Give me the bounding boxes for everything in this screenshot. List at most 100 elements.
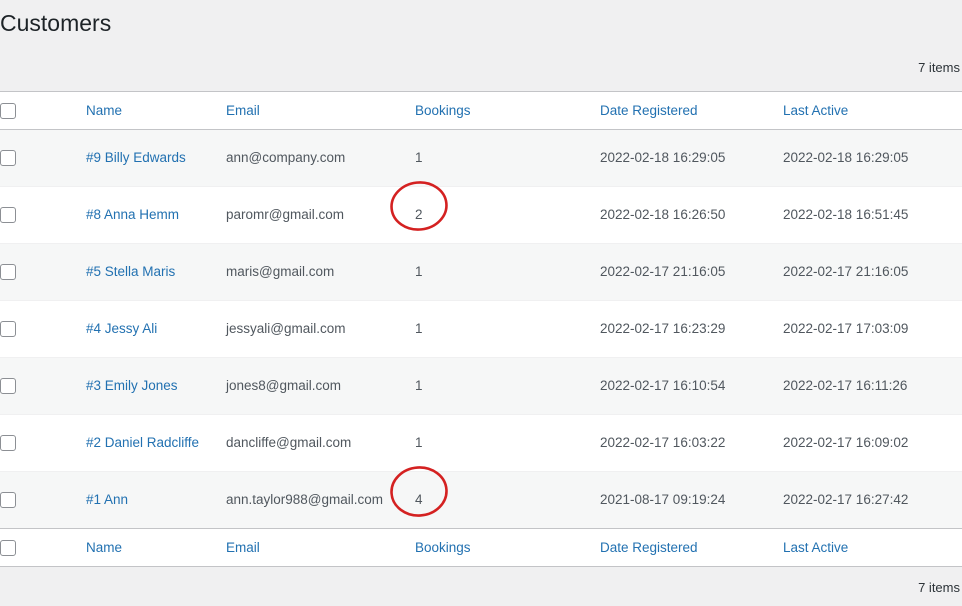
cell-name[interactable]: #2 Daniel Radcliffe [43,415,226,472]
customer-bookings: 1 [415,150,423,165]
customer-date-registered: 2022-02-18 16:26:50 [600,207,725,222]
row-select-cell[interactable] [0,472,43,529]
table-row[interactable]: #1 Ann ann.taylor988@gmail.com 4 2021-08… [0,472,962,529]
column-footer-name[interactable]: Name [43,529,226,567]
customer-name-link[interactable]: #2 Daniel Radcliffe [43,435,199,450]
column-header-name[interactable]: Name [43,92,226,130]
items-count-top: 7 items [918,59,960,77]
customer-email: jones8@gmail.com [226,378,341,393]
cell-name[interactable]: #5 Stella Maris [43,244,226,301]
column-footer-email[interactable]: Email [226,529,415,567]
row-select-checkbox[interactable] [0,264,16,280]
cell-date-registered: 2022-02-17 16:03:22 [600,415,783,472]
column-footer-date-registered-label: Date Registered [600,540,698,555]
cell-bookings: 2 [415,187,600,244]
cell-name[interactable]: #8 Anna Hemm [43,187,226,244]
customer-date-registered: 2022-02-17 21:16:05 [600,264,725,279]
row-select-cell[interactable] [0,130,43,187]
customer-bookings: 1 [415,435,423,450]
cell-last-active: 2022-02-17 16:11:26 [783,358,962,415]
table-footer-row: Name Email Bookings Date Registered Last… [0,529,962,567]
column-header-email-label: Email [226,103,260,118]
column-footer-last-active-label: Last Active [783,540,848,555]
row-select-cell[interactable] [0,358,43,415]
customer-name-link[interactable]: #4 Jessy Ali [43,321,157,336]
cell-name[interactable]: #3 Emily Jones [43,358,226,415]
cell-date-registered: 2022-02-17 16:23:29 [600,301,783,358]
cell-email: ann.taylor988@gmail.com [226,472,415,529]
column-header-date-registered-label: Date Registered [600,103,698,118]
column-footer-bookings-label: Bookings [415,540,471,555]
column-footer-email-label: Email [226,540,260,555]
cell-last-active: 2022-02-17 16:09:02 [783,415,962,472]
cell-name[interactable]: #9 Billy Edwards [43,130,226,187]
customer-last-active: 2022-02-17 16:11:26 [783,378,907,393]
table-row[interactable]: #4 Jessy Ali jessyali@gmail.com 1 2022-0… [0,301,962,358]
cell-email: jones8@gmail.com [226,358,415,415]
customer-last-active: 2022-02-17 16:27:42 [783,492,908,507]
cell-last-active: 2022-02-18 16:29:05 [783,130,962,187]
customer-email: jessyali@gmail.com [226,321,345,336]
items-count-bottom: 7 items [918,579,960,597]
select-all-checkbox-footer[interactable] [0,540,16,556]
customer-bookings: 2 [415,207,423,222]
column-header-last-active[interactable]: Last Active [783,92,962,130]
tablenav-top: 7 items [0,55,962,85]
row-select-checkbox[interactable] [0,150,16,166]
customer-email: ann@company.com [226,150,345,165]
customer-last-active: 2022-02-17 16:09:02 [783,435,908,450]
customer-name-link[interactable]: #8 Anna Hemm [43,207,179,222]
page-title: Customers [0,9,111,38]
customer-name-link[interactable]: #9 Billy Edwards [43,150,186,165]
row-select-checkbox[interactable] [0,378,16,394]
cell-email: dancliffe@gmail.com [226,415,415,472]
row-select-checkbox[interactable] [0,435,16,451]
row-select-cell[interactable] [0,301,43,358]
cell-bookings: 1 [415,130,600,187]
cell-bookings: 4 [415,472,600,529]
customer-name-link[interactable]: #3 Emily Jones [43,378,178,393]
customer-bookings: 1 [415,264,423,279]
row-select-checkbox[interactable] [0,492,16,508]
table-row[interactable]: #9 Billy Edwards ann@company.com 1 2022-… [0,130,962,187]
table-row[interactable]: #3 Emily Jones jones8@gmail.com 1 2022-0… [0,358,962,415]
cell-email: maris@gmail.com [226,244,415,301]
customer-name-link[interactable]: #5 Stella Maris [43,264,175,279]
customer-last-active: 2022-02-18 16:51:45 [783,207,908,222]
column-header-email[interactable]: Email [226,92,415,130]
row-select-checkbox[interactable] [0,207,16,223]
row-select-cell[interactable] [0,244,43,301]
cell-date-registered: 2022-02-18 16:29:05 [600,130,783,187]
cell-email: jessyali@gmail.com [226,301,415,358]
customer-email: maris@gmail.com [226,264,334,279]
select-all-header[interactable] [0,92,43,130]
table-row[interactable]: #2 Daniel Radcliffe dancliffe@gmail.com … [0,415,962,472]
column-header-bookings[interactable]: Bookings [415,92,600,130]
cell-bookings: 1 [415,301,600,358]
customer-last-active: 2022-02-17 21:16:05 [783,264,908,279]
customer-date-registered: 2022-02-17 16:23:29 [600,321,725,336]
table-header-row: Name Email Bookings Date Registered Last… [0,92,962,130]
table-row[interactable]: #8 Anna Hemm paromr@gmail.com 2 2022-02-… [0,187,962,244]
row-select-cell[interactable] [0,415,43,472]
customer-email: dancliffe@gmail.com [226,435,351,450]
table-body: #9 Billy Edwards ann@company.com 1 2022-… [0,130,962,529]
table-row[interactable]: #5 Stella Maris maris@gmail.com 1 2022-0… [0,244,962,301]
cell-name[interactable]: #4 Jessy Ali [43,301,226,358]
cell-name[interactable]: #1 Ann [43,472,226,529]
cell-bookings: 1 [415,358,600,415]
table-head: Name Email Bookings Date Registered Last… [0,92,962,130]
column-footer-bookings[interactable]: Bookings [415,529,600,567]
column-header-last-active-label: Last Active [783,103,848,118]
column-footer-last-active[interactable]: Last Active [783,529,962,567]
cell-date-registered: 2021-08-17 09:19:24 [600,472,783,529]
select-all-footer[interactable] [0,529,43,567]
row-select-cell[interactable] [0,187,43,244]
customer-email: paromr@gmail.com [226,207,344,222]
column-footer-date-registered[interactable]: Date Registered [600,529,783,567]
customer-name-link[interactable]: #1 Ann [43,492,128,507]
select-all-checkbox[interactable] [0,103,16,119]
cell-bookings: 1 [415,415,600,472]
row-select-checkbox[interactable] [0,321,16,337]
column-header-date-registered[interactable]: Date Registered [600,92,783,130]
